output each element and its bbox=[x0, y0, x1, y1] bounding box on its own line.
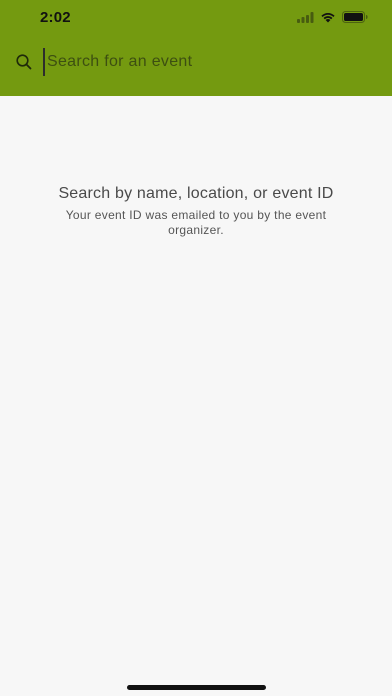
search-bar[interactable] bbox=[0, 44, 392, 80]
battery-icon bbox=[342, 11, 368, 23]
cellular-signal-icon bbox=[297, 11, 314, 23]
status-time: 2:02 bbox=[40, 9, 71, 26]
home-indicator[interactable] bbox=[127, 685, 266, 690]
empty-state: Search by name, location, or event ID Yo… bbox=[50, 184, 342, 238]
wifi-icon bbox=[320, 11, 336, 23]
empty-state-title: Search by name, location, or event ID bbox=[58, 185, 334, 202]
search-input[interactable] bbox=[43, 48, 377, 76]
status-bar: 2:02 bbox=[0, 0, 392, 38]
status-icons bbox=[297, 11, 368, 23]
empty-state-subtitle: Your event ID was emailed to you by the … bbox=[65, 208, 327, 237]
search-icon bbox=[15, 53, 33, 71]
app-header: 2:02 bbox=[0, 0, 392, 96]
